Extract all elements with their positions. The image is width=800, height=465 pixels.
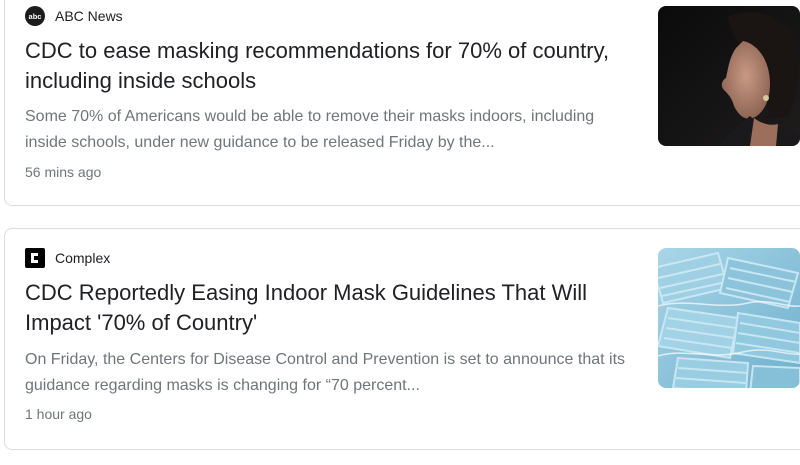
article-thumbnail-image[interactable] (658, 6, 800, 146)
article-thumbnail-image[interactable] (658, 248, 800, 388)
article-timestamp: 56 mins ago (25, 164, 102, 180)
source-name[interactable]: ABC News (55, 6, 123, 26)
news-card[interactable]: Complex CDC Reportedly Easing Indoor Mas… (4, 228, 800, 450)
news-feed: abc ABC News CDC to ease masking recomme… (0, 0, 800, 465)
source-name[interactable]: Complex (55, 248, 110, 268)
article-timestamp: 1 hour ago (25, 406, 92, 422)
source-row: Complex (25, 248, 110, 268)
source-row: abc ABC News (25, 6, 123, 26)
article-headline-link[interactable]: CDC to ease masking recommendations for … (25, 36, 635, 96)
article-snippet: Some 70% of Americans would be able to r… (25, 108, 595, 151)
svg-text:abc: abc (29, 12, 42, 21)
news-card[interactable]: abc ABC News CDC to ease masking recomme… (4, 0, 800, 206)
complex-logo-icon (25, 248, 45, 268)
article-headline-link[interactable]: CDC Reportedly Easing Indoor Mask Guidel… (25, 278, 635, 338)
abc-news-logo-icon: abc (25, 6, 45, 26)
article-snippet: On Friday, the Centers for Disease Contr… (25, 351, 626, 394)
